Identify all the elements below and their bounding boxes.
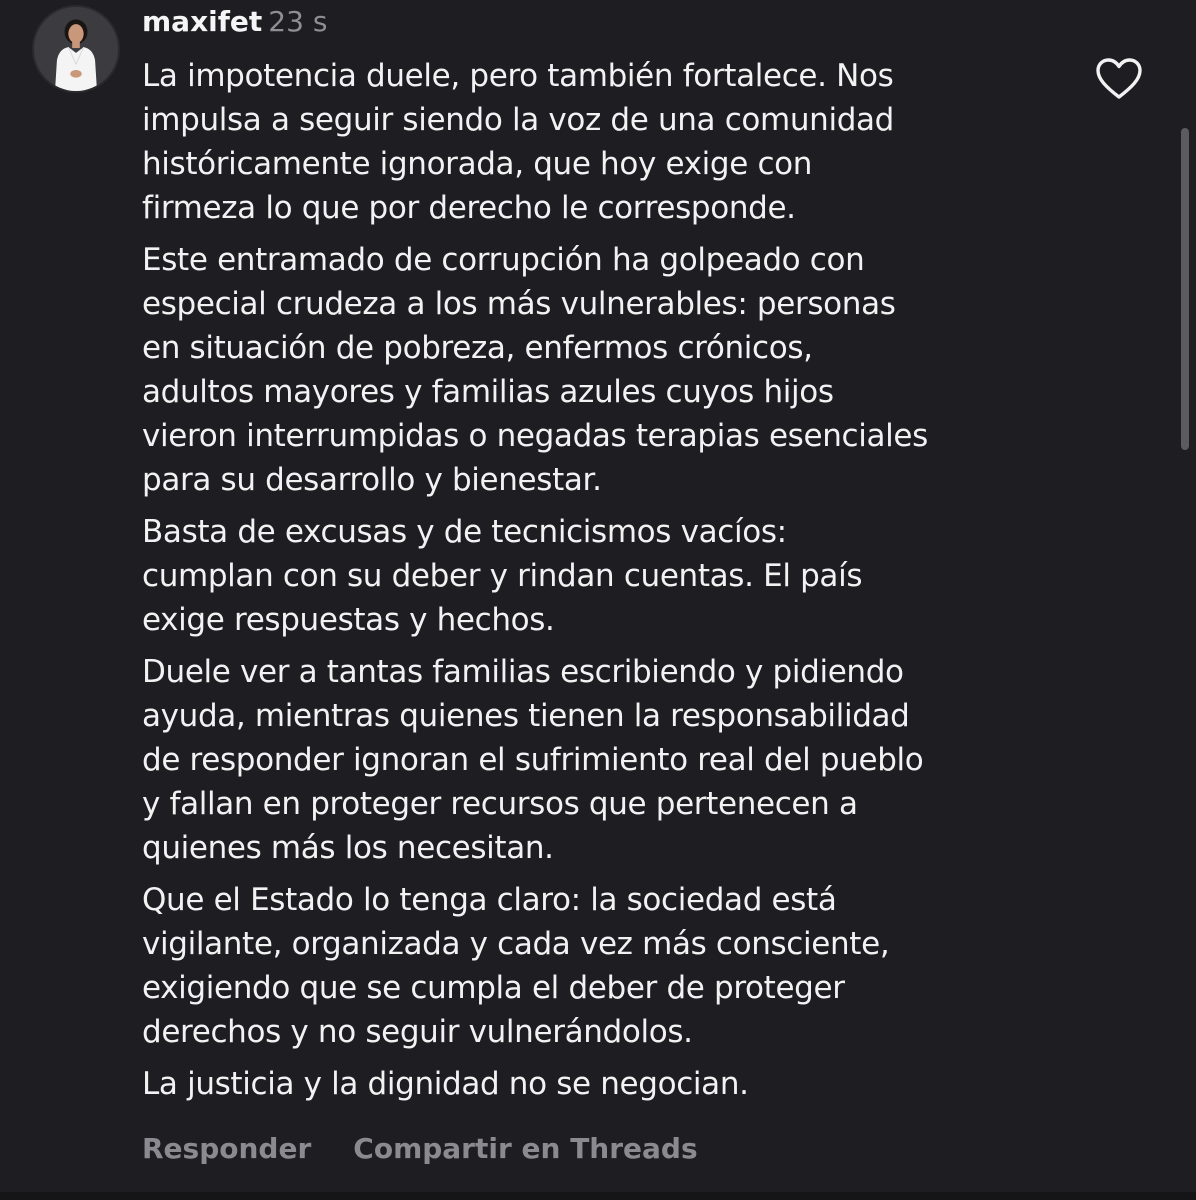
- comment-line: históricamente ignorada, que hoy exige c…: [142, 146, 813, 182]
- comment-line: La justicia y la dignidad no se negocian…: [142, 1066, 749, 1102]
- comment-line: Duele ver a tantas familias escribiendo …: [142, 654, 904, 690]
- scrollbar[interactable]: [1181, 128, 1189, 450]
- comment-paragraph: Este entramado de corrupción ha golpeado…: [142, 238, 1062, 502]
- comment-line: impulsa a seguir siendo la voz de una co…: [142, 102, 895, 138]
- profile-photo-avatar: [34, 7, 118, 91]
- comment-line: vigilante, organizada y cada vez más con…: [142, 926, 890, 962]
- comment-line: Basta de excusas y de tecnicismos vacíos…: [142, 514, 787, 550]
- comment-line: quienes más los necesitan.: [142, 830, 554, 866]
- comment: maxifet 23 s La impotencia duele, pero ta…: [0, 0, 1196, 1200]
- username[interactable]: maxifet: [142, 5, 262, 38]
- comment-line: cumplan con su deber y rindan cuentas. E…: [142, 558, 863, 594]
- comment-line: La impotencia duele, pero también fortal…: [142, 58, 894, 94]
- comment-paragraph: La impotencia duele, pero también fortal…: [142, 54, 1062, 230]
- comment-line: de responder ignoran el sufrimiento real…: [142, 742, 924, 778]
- comment-line: ayuda, mientras quienes tienen la respon…: [142, 698, 910, 734]
- avatar[interactable]: [32, 5, 120, 93]
- reply-button[interactable]: Responder: [142, 1132, 311, 1165]
- comment-line: en situación de pobreza, enfermos crónic…: [142, 330, 813, 366]
- comment-body: La impotencia duele, pero también fortal…: [142, 54, 1062, 1114]
- like-button[interactable]: [1094, 56, 1144, 102]
- comment-line: derechos y no seguir vulnerándolos.: [142, 1014, 693, 1050]
- comment-line: especial crudeza a los más vulnerables: …: [142, 286, 896, 322]
- comment-actions: Responder Compartir en Threads: [142, 1128, 740, 1170]
- comment-paragraph: Que el Estado lo tenga claro: la socieda…: [142, 878, 1062, 1054]
- comment-line: adultos mayores y familias azules cuyos …: [142, 374, 834, 410]
- heart-outline-icon: [1096, 58, 1142, 99]
- share-threads-button[interactable]: Compartir en Threads: [353, 1132, 697, 1165]
- comment-paragraph: La justicia y la dignidad no se negocian…: [142, 1062, 1062, 1106]
- comment-line: vieron interrumpidas o negadas terapias …: [142, 418, 928, 454]
- timestamp: 23 s: [268, 5, 328, 38]
- comment-paragraph: Duele ver a tantas familias escribiendo …: [142, 650, 1062, 870]
- comment-line: exige respuestas y hechos.: [142, 602, 555, 638]
- comment-line: Este entramado de corrupción ha golpeado…: [142, 242, 865, 278]
- comment-line: para su desarrollo y bienestar.: [142, 462, 602, 498]
- comment-line: y fallan en proteger recursos que perten…: [142, 786, 858, 822]
- comment-line: exigiendo que se cumpla el deber de prot…: [142, 970, 845, 1006]
- divider: [0, 1192, 1196, 1200]
- comment-header: maxifet 23 s: [142, 2, 327, 42]
- comment-line: firmeza lo que por derecho le correspond…: [142, 190, 796, 226]
- comment-paragraph: Basta de excusas y de tecnicismos vacíos…: [142, 510, 1062, 642]
- comment-line: Que el Estado lo tenga claro: la socieda…: [142, 882, 837, 918]
